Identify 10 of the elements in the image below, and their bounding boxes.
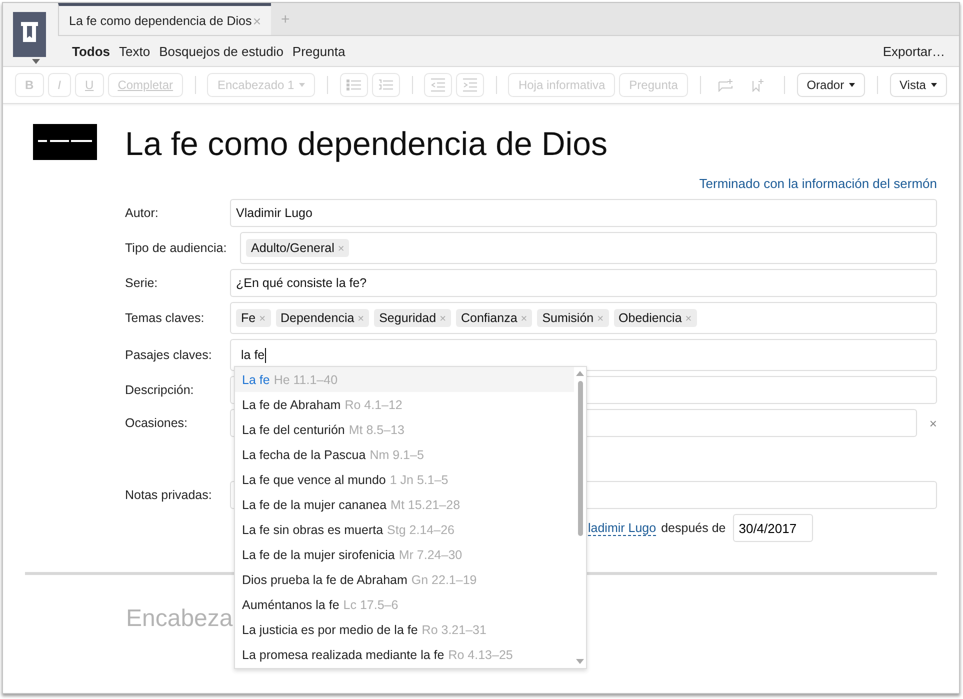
field-label: Tipo de audiencia:: [125, 241, 228, 255]
field-label: Descripción:: [125, 383, 195, 397]
field-label: Pasajes claves:: [125, 348, 213, 362]
field-label: Autor:: [125, 206, 160, 220]
share-text: después de: [661, 521, 726, 535]
field-label: Temas claves:: [125, 311, 206, 325]
field-label: Notas privadas:: [125, 488, 213, 502]
sermon-title: La fe como dependencia de Dios: [125, 124, 608, 164]
field-label: Serie:: [125, 276, 159, 290]
field-label: Ocasiones:: [125, 416, 189, 430]
